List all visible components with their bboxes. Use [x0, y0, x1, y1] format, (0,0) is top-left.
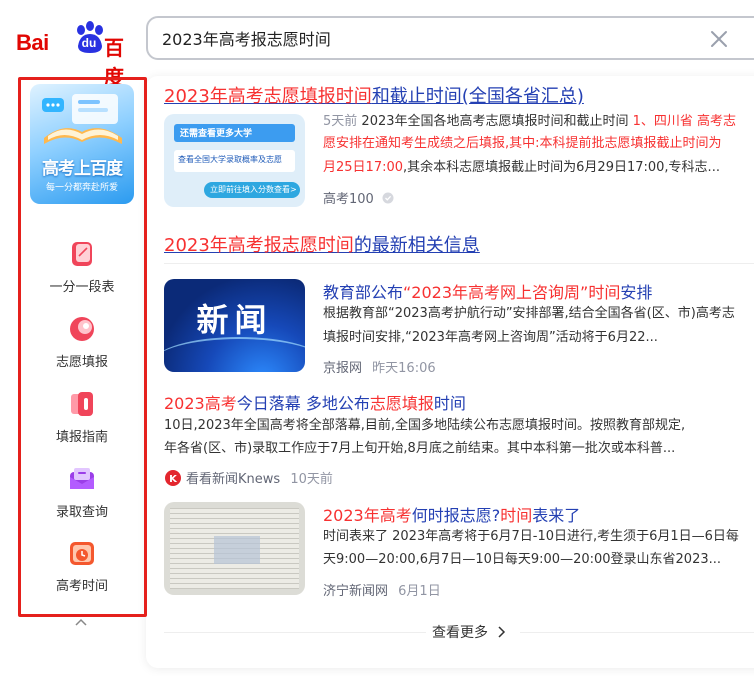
thumb-text-2: 查看全国大学录取概率及志愿: [178, 155, 282, 164]
result-source[interactable]: 高考100: [323, 188, 394, 207]
clock-icon: [70, 542, 94, 565]
gaokao-banner[interactable]: 高考上百度 每一分都奔赴所爱: [30, 84, 134, 204]
result-snippet-line: 月25日17:00,其余本科志愿填报截止时间为6月29日17:00,专科志...: [323, 160, 720, 175]
thumb-text-1: 还需查看更多大学: [180, 129, 253, 139]
news-snippet-line: 天9:00—20:00,6月7日—10日每天9:00—20:00登录山东省202…: [323, 552, 722, 567]
tool-label: 一分一段表: [49, 280, 115, 295]
result-snippet-line: 愿安排在通知考生成绩之后填报,其中:本科提前批志愿填报截止时间为: [323, 136, 722, 151]
envelope-icon: [70, 468, 94, 489]
target-icon: [70, 317, 94, 341]
svg-text:K: K: [169, 474, 178, 485]
chevron-right-icon: [498, 626, 506, 638]
tool-label: 填报指南: [55, 430, 108, 445]
divider: [164, 263, 754, 264]
baidu-logo[interactable]: Bai du 百度: [16, 20, 132, 89]
tool-label: 高考时间: [55, 579, 108, 594]
tool-label: 志愿填报: [55, 355, 108, 370]
knews-logo-icon: K: [165, 470, 181, 486]
book-illustration-icon: [42, 94, 122, 144]
guide-book-icon: [71, 392, 93, 416]
news-title-link[interactable]: 2023年高考何时报志愿?时间表来了: [323, 502, 580, 526]
close-icon[interactable]: [708, 28, 730, 50]
tool-exam-time[interactable]: 高考时间: [32, 539, 132, 597]
news-title-link[interactable]: 2023高考今日落幕 多地公布志愿填报时间: [164, 390, 466, 414]
news-snippet-line: 填报时间安排,“2023年高考网上咨询周”活动将于6月22...: [323, 330, 658, 345]
news-source[interactable]: K 看看新闻Knews 10天前: [164, 468, 333, 487]
result-title-link[interactable]: 2023年高考志愿填报时间和截止时间(全国各省汇总): [164, 82, 584, 108]
news-source[interactable]: 京报网 昨天16:06: [323, 357, 436, 376]
news-snippet-line: 10日,2023年全国高考将全部落幕,目前,全国多地陆续公布志愿填报时间。按照教…: [164, 418, 686, 433]
news-thumbnail[interactable]: [164, 502, 305, 595]
divider: [520, 632, 754, 633]
news-source[interactable]: 济宁新闻网 6月1日: [323, 580, 441, 599]
tool-label: 录取查询: [55, 505, 108, 520]
news-snippet-line: 年各省(区、市)录取工作应于7月上旬开始,8月底之前结束。其中本科第一批次或本科…: [164, 441, 676, 456]
tool-admission-query[interactable]: 录取查询: [32, 465, 132, 523]
search-box: [146, 16, 754, 60]
news-title-link[interactable]: 教育部公布“2023年高考网上咨询周”时间安排: [323, 279, 652, 303]
banner-subtitle: 每一分都奔赴所爱: [45, 183, 118, 193]
logo-latin: Bai: [16, 30, 49, 55]
search-input[interactable]: [162, 27, 682, 49]
result-thumbnail[interactable]: 还需查看更多大学 查看全国大学录取概率及志愿 立即前往填入分数查看>: [164, 114, 305, 207]
banner-title: 高考上百度: [42, 159, 123, 179]
news-thumb-text: 新闻: [196, 301, 273, 339]
news-thumbnail[interactable]: 新闻: [164, 279, 305, 372]
result-snippet-line: 5天前 2023年全国各地高考志愿填报时间和截止时间 1、四川省 高考志: [323, 114, 737, 129]
section-title-link[interactable]: 2023年高考报志愿时间的最新相关信息: [164, 231, 480, 257]
chevron-up-icon[interactable]: [74, 617, 88, 627]
tool-application[interactable]: 志愿填报: [32, 315, 132, 373]
logo-du: du: [81, 36, 97, 50]
view-more-link[interactable]: 查看更多: [432, 622, 506, 642]
shield-check-icon: [382, 192, 394, 204]
news-snippet-line: 时间表来了 2023年高考将于6月7日-10日进行,考生须于6月1日—6日每: [323, 529, 739, 544]
divider: [164, 632, 426, 633]
news-snippet-line: 根据教育部“2023高考护航行动”安排部署,结合全国各省(区、市)高考志: [323, 306, 735, 321]
chart-doc-icon: [72, 242, 92, 266]
tool-score-table[interactable]: 一分一段表: [32, 240, 132, 298]
tool-guide[interactable]: 填报指南: [32, 390, 132, 448]
thumb-text-3: 立即前往填入分数查看>: [210, 185, 297, 194]
